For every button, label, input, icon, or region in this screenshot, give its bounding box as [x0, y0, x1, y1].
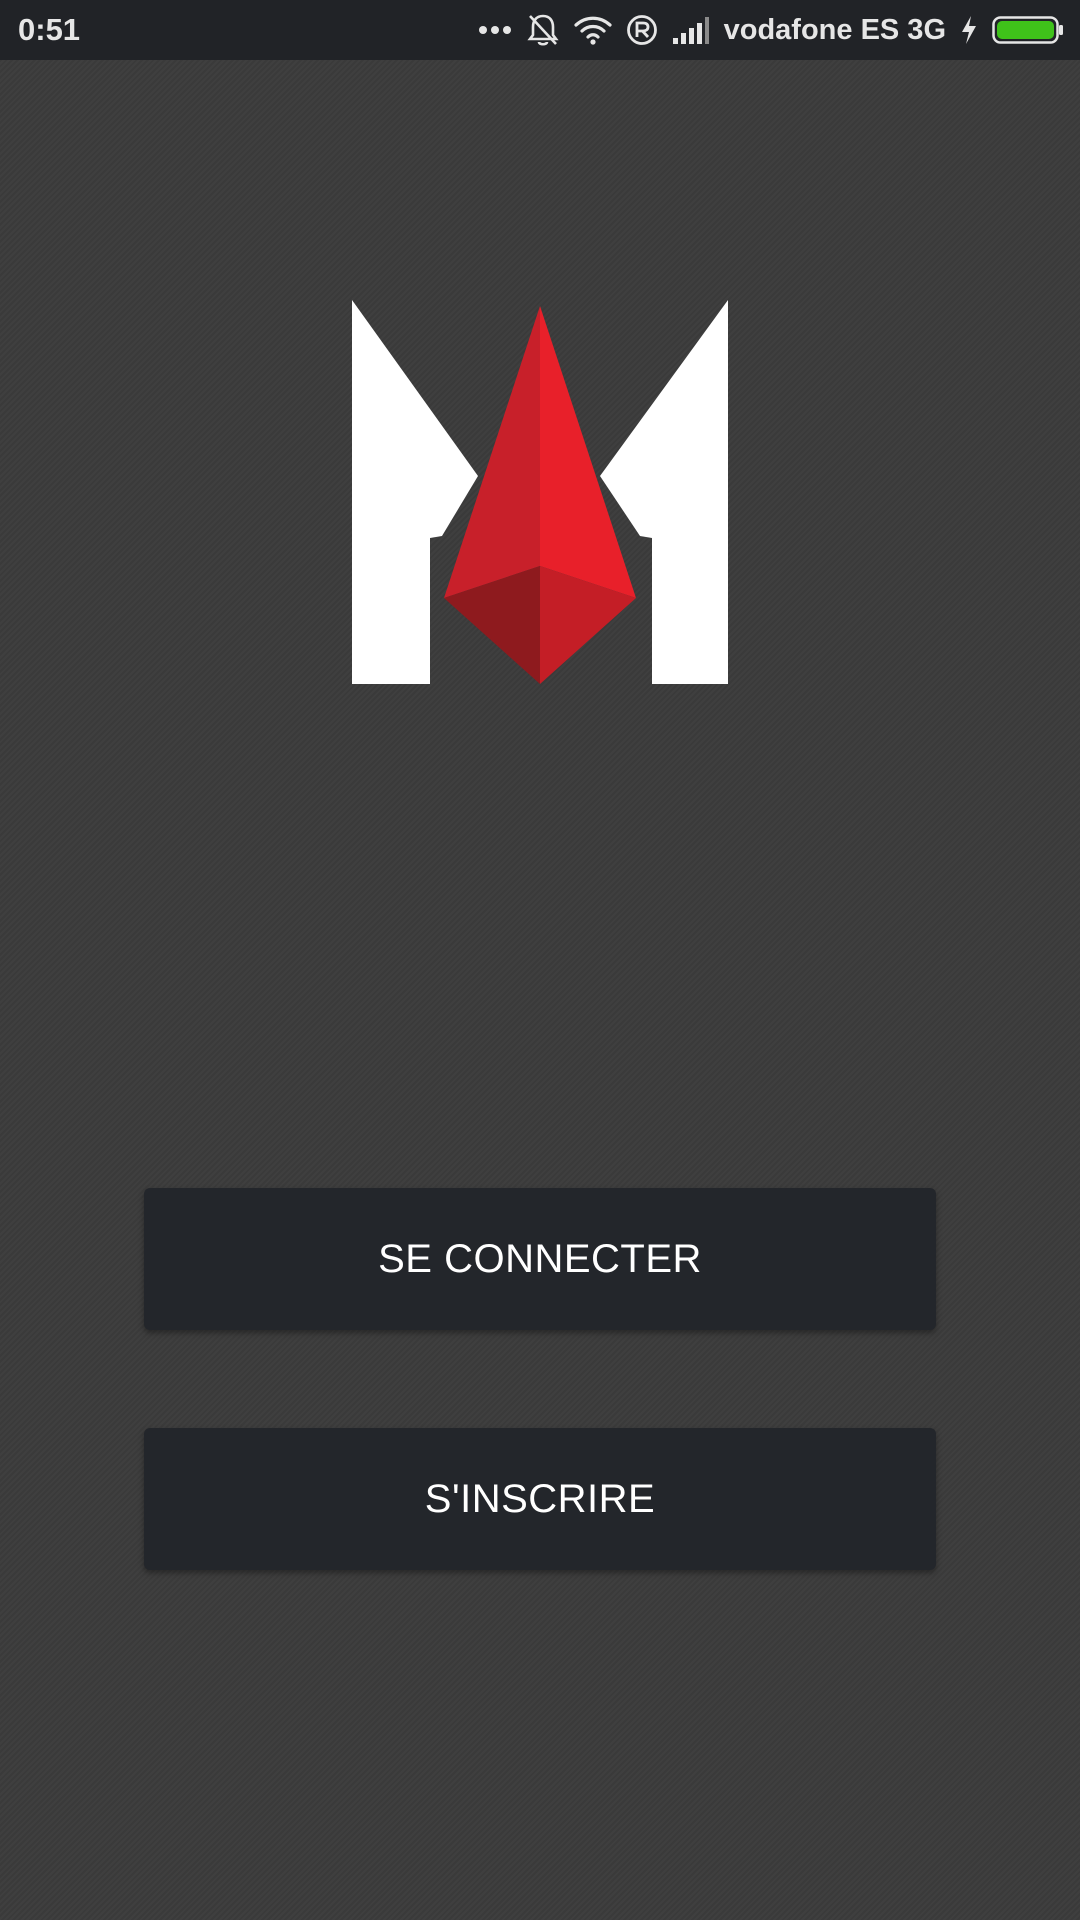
login-button[interactable]: SE CONNECTER — [144, 1188, 936, 1330]
more-dots-icon — [478, 24, 512, 36]
status-time: 0:51 — [18, 12, 81, 47]
signal-icon — [672, 16, 710, 44]
battery-icon — [992, 15, 1064, 45]
wifi-icon — [574, 15, 612, 45]
m-logo-icon — [350, 298, 730, 685]
status-bar: 0:51 vodafone ES 3G — [0, 0, 1080, 60]
registered-icon — [626, 14, 658, 46]
carrier-name: vodafone ES 3G — [723, 14, 946, 46]
bell-muted-icon — [526, 12, 560, 48]
charging-bolt-icon — [960, 15, 978, 45]
register-button[interactable]: S'INSCRIRE — [144, 1428, 936, 1570]
status-icons: vodafone ES 3G — [478, 0, 1064, 60]
